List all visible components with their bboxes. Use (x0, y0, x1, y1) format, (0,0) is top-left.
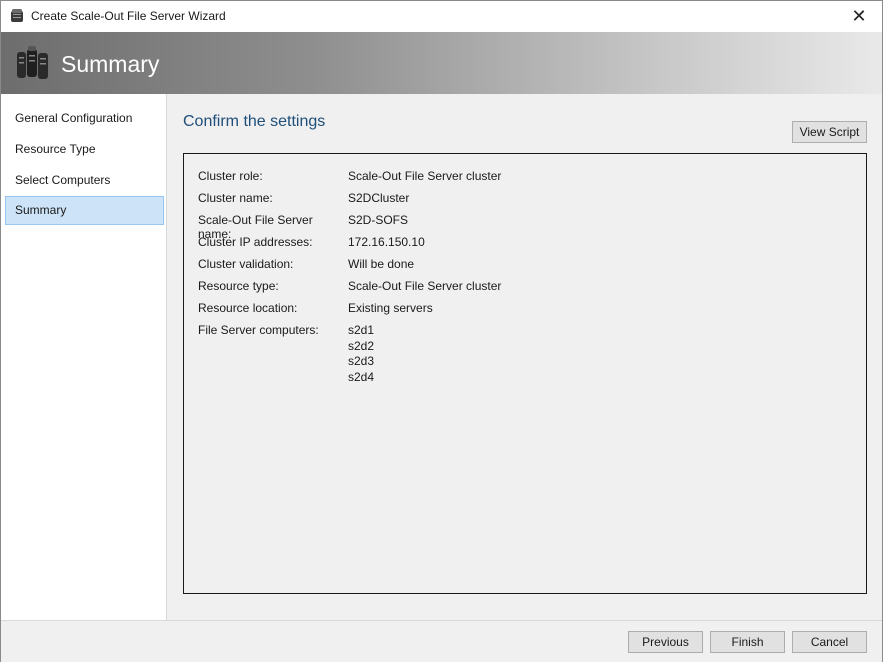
finish-button[interactable]: Finish (710, 631, 785, 653)
nav-item-summary[interactable]: Summary (5, 196, 164, 225)
setting-value: Will be done (348, 257, 415, 271)
nav-item-resource-type[interactable]: Resource Type (5, 135, 164, 164)
page-title: Summary (61, 51, 160, 77)
setting-value: s2d1 s2d2 s2d3 s2d4 (348, 323, 375, 384)
settings-summary-box: Cluster role: Scale-Out File Server clus… (183, 153, 867, 594)
setting-label: Scale-Out File Server name: (198, 213, 313, 241)
setting-label: Cluster IP addresses: (198, 235, 313, 249)
setting-label: Cluster role: (198, 169, 263, 183)
footer-bar: Previous Finish Cancel (1, 620, 882, 662)
setting-row: Resource location: Existing servers (198, 301, 433, 319)
nav-item-general-configuration[interactable]: General Configuration (5, 104, 164, 133)
setting-row: Scale-Out File Server name: S2D-SOFS (198, 213, 409, 241)
view-script-button[interactable]: View Script (792, 121, 867, 143)
setting-label: Cluster name: (198, 191, 273, 205)
nav-item-select-computers[interactable]: Select Computers (5, 166, 164, 195)
main-content: Confirm the settings View Script Cluster… (167, 94, 882, 620)
setting-row: Cluster IP addresses: 172.16.150.10 (198, 235, 425, 253)
wizard-steps-nav: General Configuration Resource Type Sele… (1, 94, 167, 620)
setting-label: Resource location: (198, 301, 298, 315)
header-banner: Summary (1, 32, 882, 94)
setting-value: Scale-Out File Server cluster (348, 279, 502, 293)
previous-button[interactable]: Previous (628, 631, 703, 653)
setting-row: Resource type: Scale-Out File Server clu… (198, 279, 501, 297)
title-bar: Create Scale-Out File Server Wizard ✕ (1, 1, 882, 32)
close-button[interactable]: ✕ (836, 1, 882, 32)
setting-label: File Server computers: (198, 323, 319, 337)
section-title: Confirm the settings (183, 113, 326, 130)
setting-value: Scale-Out File Server cluster (348, 169, 502, 183)
setting-value: S2DCluster (348, 191, 410, 205)
setting-row: File Server computers: s2d1 s2d2 s2d3 s2… (198, 323, 374, 389)
setting-row: Cluster role: Scale-Out File Server clus… (198, 169, 501, 187)
server-icon (11, 9, 23, 22)
setting-row: Cluster validation: Will be done (198, 257, 414, 275)
setting-value: S2D-SOFS (348, 213, 409, 227)
close-icon: ✕ (851, 6, 867, 26)
server-rack-icon (17, 46, 48, 79)
cancel-button[interactable]: Cancel (792, 631, 867, 653)
setting-label: Cluster validation: (198, 257, 294, 271)
setting-value: 172.16.150.10 (348, 235, 425, 249)
setting-value: Existing servers (348, 301, 433, 315)
setting-row: Cluster name: S2DCluster (198, 191, 409, 209)
setting-label: Resource type: (198, 279, 279, 293)
wizard-window: Create Scale-Out File Server Wizard ✕ Su… (0, 0, 883, 662)
window-title: Create Scale-Out File Server Wizard (31, 9, 226, 23)
